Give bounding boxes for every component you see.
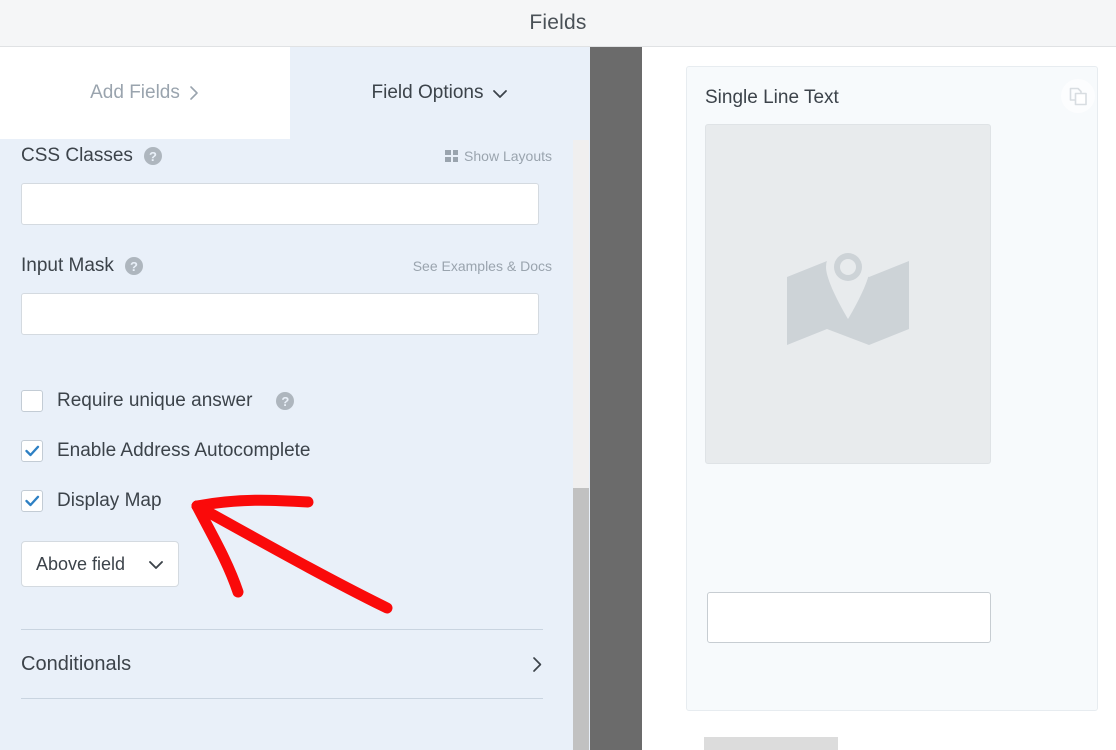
checkbox-display-map[interactable] — [21, 490, 43, 512]
css-classes-label: CSS Classes — [21, 145, 133, 166]
map-position-select-value: Above field — [36, 553, 126, 574]
question-mark-icon[interactable]: ? — [276, 392, 295, 410]
accordion-conditionals[interactable]: Conditionals — [21, 630, 543, 698]
checkbox-row-enable-address-autocomplete[interactable]: Enable Address Autocomplete — [21, 437, 552, 465]
page-header: Fields — [0, 0, 1116, 47]
left-panel-scrollbar-thumb[interactable] — [573, 488, 589, 750]
tab-field-options[interactable]: Field Options — [290, 47, 590, 139]
preview-field-card[interactable]: Single Line Text — [686, 66, 1098, 711]
css-classes-input[interactable] — [21, 183, 539, 225]
conditionals-label: Conditionals — [21, 652, 132, 675]
map-position-select[interactable]: Above field — [21, 541, 179, 587]
checkbox-label-require-unique-answer: Require unique answer — [57, 390, 253, 411]
page-title: Fields — [529, 11, 587, 34]
question-mark-icon[interactable]: ? — [143, 147, 162, 165]
tab-add-fields[interactable]: Add Fields — [0, 47, 290, 139]
section-divider-bottom — [21, 698, 543, 699]
chevron-down-icon — [492, 88, 508, 99]
chevron-right-icon — [189, 85, 200, 101]
tab-add-fields-label: Add Fields — [90, 82, 180, 103]
duplicate-icon[interactable] — [1061, 79, 1095, 113]
form-preview-panel: Single Line Text Submit — [642, 47, 1116, 750]
checkbox-label-enable-address-autocomplete: Enable Address Autocomplete — [57, 440, 311, 461]
builder-tabs: Add Fields Field Options — [0, 47, 590, 139]
show-layouts-button[interactable]: Show Layouts — [445, 148, 552, 164]
chevron-down-icon — [148, 559, 164, 570]
see-examples-docs-link[interactable]: See Examples & Docs — [413, 258, 552, 274]
checkbox-enable-address-autocomplete[interactable] — [21, 440, 43, 462]
builder-left-panel: Add Fields Field Options CSS Classes ? S… — [0, 47, 590, 750]
preview-field-label: Single Line Text — [705, 87, 839, 108]
tab-field-options-label: Field Options — [371, 82, 484, 103]
layout-grid-icon — [445, 150, 459, 162]
show-layouts-label: Show Layouts — [464, 148, 552, 164]
checkbox-require-unique-answer[interactable] — [21, 390, 43, 412]
form-builder-screen: Fields Add Fields Field Options CSS Clas… — [0, 0, 1116, 750]
checkbox-row-display-map[interactable]: Display Map — [21, 487, 552, 515]
checkbox-row-require-unique-answer[interactable]: Require unique answer ? — [21, 387, 552, 415]
input-mask-input[interactable] — [21, 293, 539, 335]
chevron-right-icon — [532, 656, 543, 673]
map-pin-icon — [787, 244, 909, 345]
preview-text-input[interactable] — [707, 592, 991, 643]
css-classes-row: CSS Classes ? Show Layouts — [21, 140, 552, 172]
field-options-body: CSS Classes ? Show Layouts Input Mask ? … — [0, 140, 573, 750]
see-examples-docs-label: See Examples & Docs — [412, 258, 552, 274]
question-mark-icon[interactable]: ? — [124, 257, 143, 275]
map-preview-placeholder — [705, 124, 991, 464]
input-mask-label: Input Mask — [21, 255, 114, 276]
submit-button[interactable]: Submit — [704, 737, 838, 750]
checkbox-label-display-map: Display Map — [57, 490, 162, 511]
panel-resize-divider[interactable] — [590, 47, 642, 750]
input-mask-row: Input Mask ? See Examples & Docs — [21, 250, 552, 282]
